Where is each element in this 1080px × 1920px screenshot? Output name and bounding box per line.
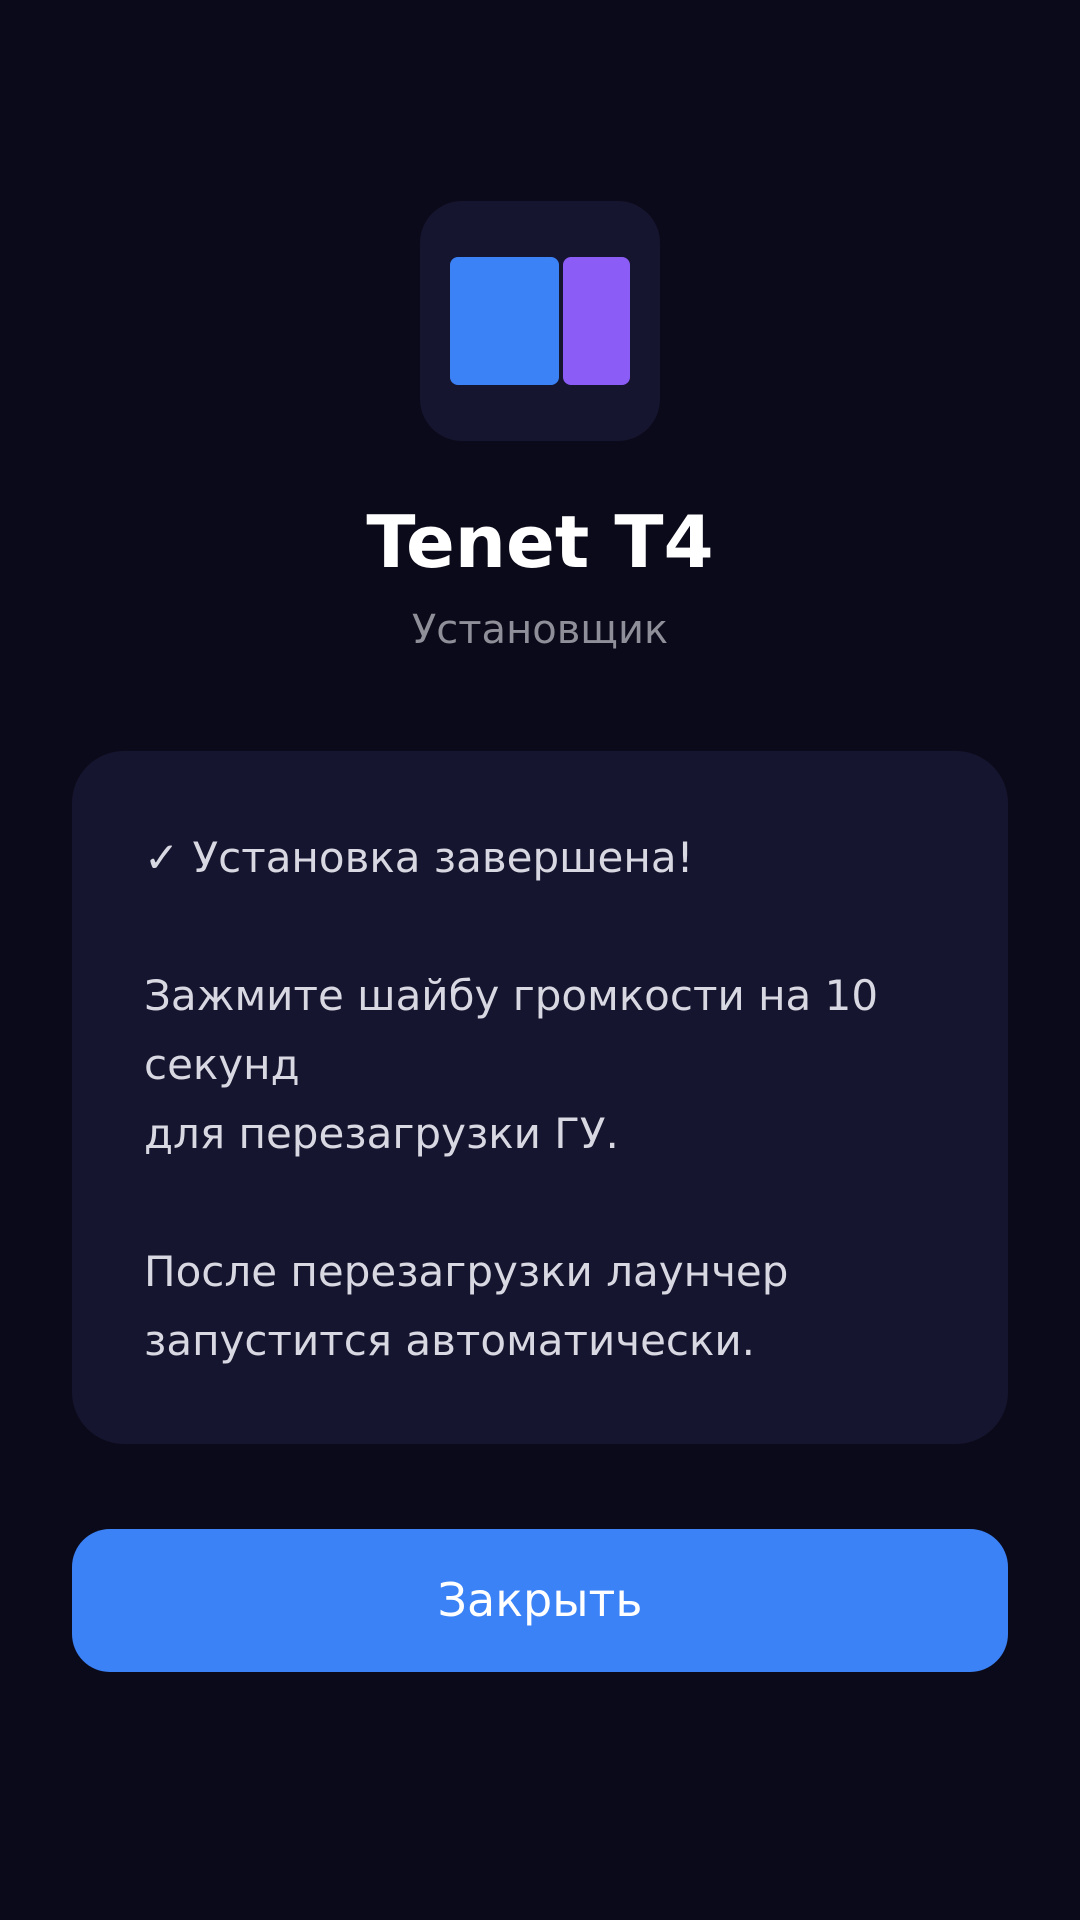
- status-message-text: ✓ Установка завершена! Зажмите шайбу гро…: [144, 833, 879, 1365]
- logo-right-panel: [563, 257, 630, 385]
- close-button[interactable]: Закрыть: [72, 1529, 1008, 1672]
- app-logo-icon: [420, 201, 660, 441]
- app-subtitle: Установщик: [411, 607, 669, 653]
- installer-screen: Tenet T4 Установщик ✓ Установка завершен…: [0, 0, 1080, 1920]
- status-message-card: ✓ Установка завершена! Зажмите шайбу гро…: [72, 751, 1008, 1444]
- app-title: Tenet T4: [366, 500, 714, 584]
- logo-left-panel: [450, 257, 559, 385]
